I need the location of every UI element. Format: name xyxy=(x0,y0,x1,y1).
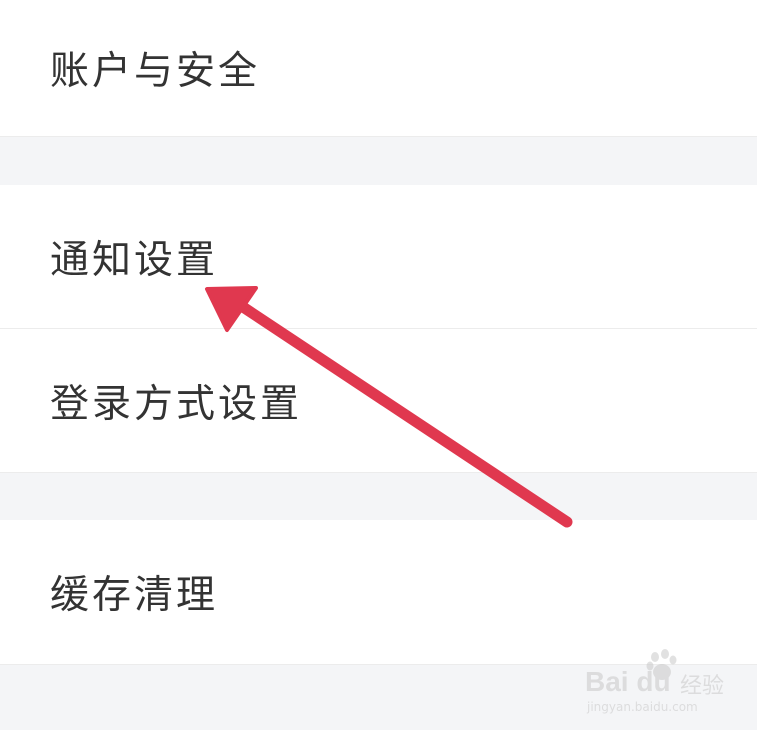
settings-item-label: 登录方式设置 xyxy=(50,381,303,427)
watermark: Bai du 经验 jingyan.baidu.com xyxy=(585,648,750,718)
watermark-url: jingyan.baidu.com xyxy=(587,700,698,714)
settings-page: 账户与安全 通知设置 登录方式设置 缓存清理 Bai du 经验 jingyan… xyxy=(0,0,757,730)
settings-item-notifications[interactable]: 通知设置 xyxy=(0,185,757,328)
section-gap xyxy=(0,137,757,185)
watermark-brand: Bai du xyxy=(585,666,671,697)
settings-item-login-method[interactable]: 登录方式设置 xyxy=(0,329,757,472)
settings-item-clear-cache[interactable]: 缓存清理 xyxy=(0,520,757,664)
settings-item-label: 账户与安全 xyxy=(50,49,261,94)
settings-item-label: 缓存清理 xyxy=(50,573,219,618)
settings-item-label: 通知设置 xyxy=(50,237,219,283)
watermark-brand-cn: 经验 xyxy=(680,674,725,699)
settings-item-account-security[interactable]: 账户与安全 xyxy=(0,0,757,136)
section-gap xyxy=(0,473,757,520)
